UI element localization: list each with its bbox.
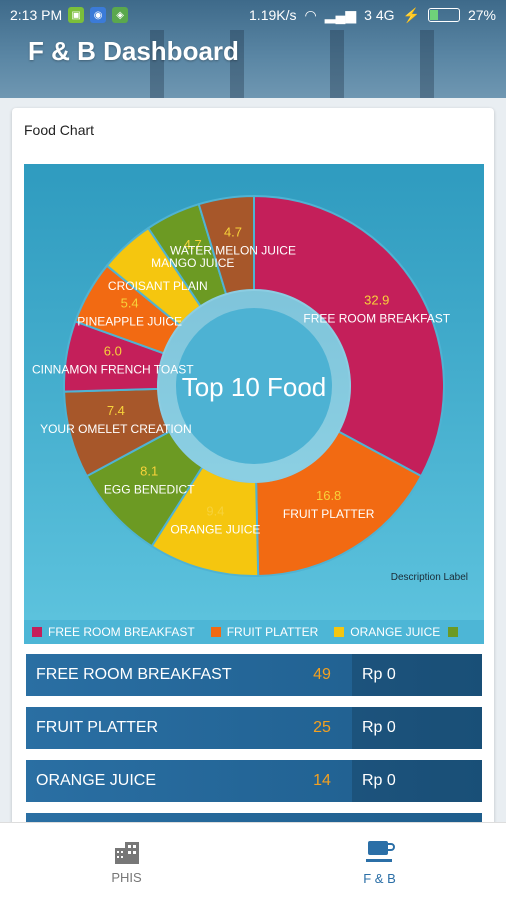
signal-icon: ▂▄▆ xyxy=(324,6,357,23)
row-name: ORANGE JUICE xyxy=(36,772,157,789)
slice-name-label: CINNAMON FRENCH TOAST xyxy=(32,362,194,376)
slice-value-label: 4.7 xyxy=(224,225,242,240)
legend-item: FRUIT PLATTER xyxy=(203,625,319,639)
slice-name-label: PINEAPPLE JUICE xyxy=(77,314,182,328)
slice-name-label: ORANGE JUICE xyxy=(170,523,260,537)
page-title: F & B Dashboard xyxy=(28,36,239,66)
wifi-icon: ◠ xyxy=(304,6,317,23)
legend-item: ORANGE JUICE xyxy=(326,625,440,639)
status-time: 2:13 PM xyxy=(10,7,63,23)
slice-name-label: FREE ROOM BREAKFAST xyxy=(303,312,450,326)
legend-swatch xyxy=(32,627,42,637)
row-price: Rp 0 xyxy=(352,707,482,749)
slice-value-label: 16.8 xyxy=(316,488,341,503)
slice-name-label: YOUR OMELET CREATION xyxy=(40,422,192,436)
chart-legend: FREE ROOM BREAKFAST FRUIT PLATTER ORANGE J… xyxy=(24,620,484,644)
header-decor xyxy=(420,30,434,98)
battery-level: 27% xyxy=(467,7,496,23)
nav-phis-label: PHIS xyxy=(111,869,142,885)
card-title: Food Chart xyxy=(24,122,95,138)
chart-description: Description Label xyxy=(391,572,468,583)
slice-value-label: 5.4 xyxy=(121,295,139,310)
legend-label: FREE ROOM BREAKFAST xyxy=(48,625,195,639)
app-icon: ▣ xyxy=(68,7,85,23)
slice-name-label: MANGO JUICE xyxy=(151,256,234,270)
table-row[interactable]: FREE ROOM BREAKFAST 49 Rp 0 xyxy=(26,654,482,696)
network-speed: 1.19K/s xyxy=(249,7,297,23)
slice-value-label: 8.1 xyxy=(140,463,158,478)
bottom-nav: PHIS F & B xyxy=(0,822,506,901)
slice-value-label: 6.0 xyxy=(104,343,122,358)
table-row[interactable]: FRUIT PLATTER 25 Rp 0 xyxy=(26,707,482,749)
slice-value-label: 7.4 xyxy=(107,403,125,418)
table-row[interactable]: ORANGE JUICE 14 Rp 0 xyxy=(26,760,482,802)
row-qty: 14 xyxy=(313,772,331,789)
legend-swatch xyxy=(334,627,345,637)
network-type: 3 4G xyxy=(364,7,395,23)
food-chart-card: Food Chart 32.9 FREE ROOM BREAKFAST 16.8 FR… xyxy=(12,108,494,828)
slice-name-label: CROISANT PLAIN xyxy=(108,279,208,293)
pie-chart-svg: 32.9 FREE ROOM BREAKFAST 16.8 FRUIT PLATTER… xyxy=(32,194,468,583)
row-name: FREE ROOM BREAKFAST xyxy=(36,666,232,683)
slice-name-label: FRUIT PLATTER xyxy=(283,507,375,521)
pie-chart: 32.9 FREE ROOM BREAKFAST 16.8 FRUIT PLATTER… xyxy=(24,164,484,620)
row-name: FRUIT PLATTER xyxy=(36,719,159,736)
row-qty: 25 xyxy=(313,719,331,736)
legend-swatch xyxy=(448,627,459,637)
coffee-cup-icon xyxy=(365,840,395,862)
row-price: Rp 0 xyxy=(352,760,482,802)
slice-name-label: EGG BENEDICT xyxy=(104,482,195,496)
nav-phis[interactable]: PHIS xyxy=(0,823,253,901)
slice-name-label: WATER MELON JUICE xyxy=(170,244,296,258)
building-icon xyxy=(114,841,139,864)
legend-label: ORANGE JUICE xyxy=(350,625,441,639)
row-qty: 49 xyxy=(313,666,331,683)
charging-icon: ⚡ xyxy=(402,6,420,23)
row-price: Rp 0 xyxy=(352,654,482,696)
chart-center-text: Top 10 Food xyxy=(182,372,327,402)
nav-fb-label: F & B xyxy=(363,870,396,886)
status-bar: 2:13 PM ▣ ◉ ◈ 1.19K/s ◠ ▂▄▆ 3 4G ⚡ 27% xyxy=(0,0,506,30)
header-decor xyxy=(330,30,344,98)
legend-label: FRUIT PLATTER xyxy=(226,625,319,639)
legend-item: FREE ROOM BREAKFAST xyxy=(24,625,195,639)
nav-fb[interactable]: F & B xyxy=(253,823,506,901)
battery-icon xyxy=(427,8,460,22)
app-icon: ◈ xyxy=(112,7,129,23)
slice-value-label: 9.4 xyxy=(206,504,224,519)
legend-swatch xyxy=(210,627,221,637)
app-icon: ◉ xyxy=(90,7,107,23)
slice-value-label: 32.9 xyxy=(364,293,389,308)
